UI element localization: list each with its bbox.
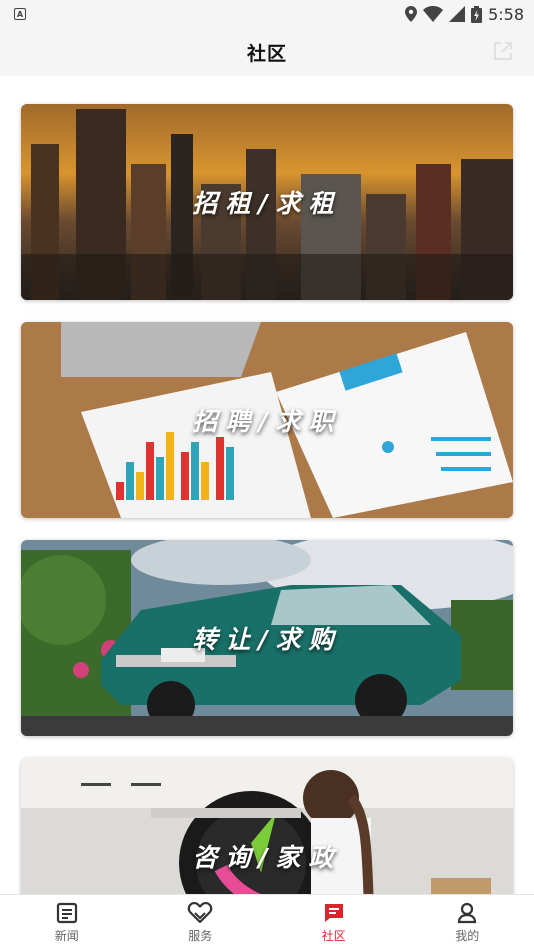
bottom-tab-bar: 新闻 服务 社区 我的 [0, 894, 534, 950]
tab-mine[interactable]: 我的 [401, 895, 534, 950]
a-icon: A [14, 8, 26, 20]
status-time: 5:58 [488, 4, 524, 24]
tab-news[interactable]: 新闻 [0, 895, 134, 950]
tab-label: 新闻 [54, 928, 79, 943]
card-rental[interactable]: 招租/求租 [21, 104, 513, 300]
page-title: 社区 [246, 42, 287, 65]
chat-icon [324, 903, 343, 922]
tab-community[interactable]: 社区 [267, 895, 401, 950]
tab-label: 我的 [455, 928, 480, 943]
card-jobs[interactable]: 招聘/求职 [21, 322, 513, 518]
news-icon [56, 902, 77, 923]
card-consult[interactable]: 咨询/家政 [21, 758, 513, 894]
wifi-icon [423, 6, 444, 22]
tab-label: 服务 [188, 928, 213, 943]
tab-label: 社区 [321, 928, 346, 943]
location-icon [405, 6, 418, 22]
signal-icon [449, 6, 466, 22]
card-label: 咨询/家政 [192, 843, 342, 872]
card-transfer[interactable]: 转让/求购 [21, 540, 513, 736]
battery-icon [471, 5, 483, 23]
status-bar: A 5:58 [0, 0, 534, 28]
app-header: 社区 [0, 28, 534, 76]
card-label: 转让/求购 [192, 625, 342, 654]
card-list: 招租/求租 招聘/求职 转让/求购 咨询/家政 [0, 76, 534, 894]
heart-icon [187, 901, 213, 923]
card-label: 招聘/求职 [192, 407, 342, 436]
tab-service[interactable]: 服务 [134, 895, 268, 950]
share-icon[interactable] [492, 40, 514, 62]
user-icon [458, 902, 477, 923]
card-label: 招租/求租 [192, 189, 342, 218]
